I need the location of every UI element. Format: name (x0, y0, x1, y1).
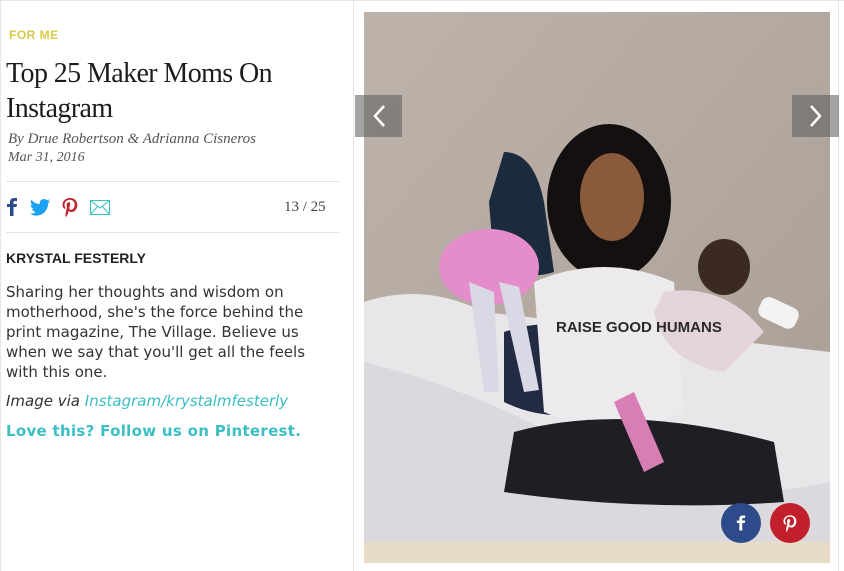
pinterest-icon[interactable] (62, 197, 78, 217)
shirt-text: RAISE GOOD HUMANS (556, 319, 722, 336)
twitter-icon[interactable] (30, 198, 50, 216)
divider (6, 232, 339, 233)
next-slide-button[interactable] (792, 95, 839, 137)
pinterest-follow-link[interactable]: Love this? Follow us on Pinterest. (6, 422, 301, 440)
slide-description: Sharing her thoughts and wisdom on mothe… (6, 283, 306, 381)
pinterest-share-button[interactable] (770, 503, 810, 543)
category-label[interactable]: FOR ME (9, 28, 59, 42)
chevron-left-icon (372, 105, 385, 127)
pinterest-icon (783, 514, 797, 532)
credit-link[interactable]: Instagram/krystalmfesterly (85, 392, 288, 410)
facebook-share-button[interactable] (721, 503, 761, 543)
slide-heading: KRYSTAL FESTERLY (6, 250, 147, 266)
chevron-right-icon (809, 105, 822, 127)
right-border (838, 1, 839, 571)
divider (6, 181, 339, 182)
previous-slide-button[interactable] (355, 95, 402, 137)
email-icon[interactable] (90, 199, 110, 215)
facebook-icon[interactable] (6, 198, 18, 216)
image-credit: Image via Instagram/krystalmfesterly (6, 392, 288, 410)
facebook-icon (736, 515, 746, 531)
publish-date: Mar 31, 2016 (8, 150, 85, 165)
slide-counter: 13 / 25 (284, 199, 326, 215)
byline: By Drue Robertson & Adrianna Cisneros (8, 131, 256, 147)
gallery-photo: RAISE GOOD HUMANS (364, 12, 830, 563)
article-title: Top 25 Maker Moms On Instagram (6, 58, 273, 124)
share-bar (6, 196, 122, 218)
credit-label: Image via (6, 392, 80, 410)
